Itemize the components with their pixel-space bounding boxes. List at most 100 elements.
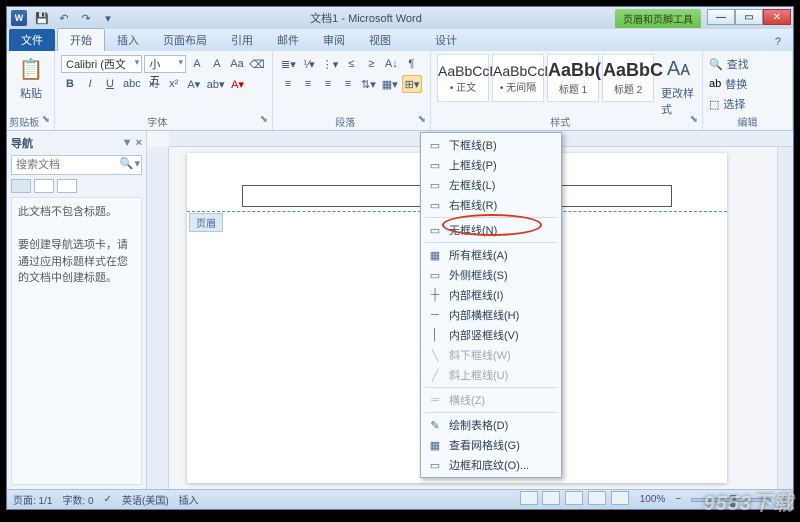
tab-layout[interactable]: 页面布局 <box>151 29 219 51</box>
redo-button[interactable]: ↷ <box>77 9 95 27</box>
border-menu-item[interactable]: ▭右框线(R) <box>421 195 561 215</box>
change-styles-button[interactable]: Aᴀ 更改样式 <box>661 54 696 117</box>
nav-dropdown-icon[interactable]: ▼ <box>122 137 133 149</box>
save-button[interactable]: 💾 <box>33 9 51 27</box>
tab-mailings[interactable]: 邮件 <box>265 29 311 51</box>
status-language[interactable]: 英语(美国) <box>122 492 169 507</box>
border-menu-item[interactable]: │内部竖框线(V) <box>421 325 561 345</box>
border-item-label: 所有框线(A) <box>449 247 508 263</box>
change-case-button[interactable]: Aa <box>228 55 246 73</box>
tab-review[interactable]: 审阅 <box>311 29 357 51</box>
header-tag: 页眉 <box>189 213 223 232</box>
bullets-button[interactable]: ≣▾ <box>279 55 298 73</box>
view-draft[interactable] <box>611 491 629 505</box>
style-card-heading1[interactable]: AaBb(标题 1 <box>547 54 599 102</box>
ribbon-help-button[interactable]: ? <box>763 33 793 51</box>
search-dropdown-icon[interactable]: ▾ <box>134 157 140 170</box>
border-item-label: 内部竖框线(V) <box>449 327 519 343</box>
sort-button[interactable]: A↓ <box>382 55 400 73</box>
border-menu-item[interactable]: ▭边框和底纹(O)... <box>421 455 561 475</box>
grow-font-button[interactable]: A <box>188 55 206 73</box>
status-words[interactable]: 字数: 0 <box>62 492 93 507</box>
tab-file[interactable]: 文件 <box>9 29 55 51</box>
view-outline[interactable] <box>588 491 606 505</box>
find-button[interactable]: 查找 <box>725 55 751 73</box>
tab-insert[interactable]: 插入 <box>105 29 151 51</box>
border-menu-item[interactable]: ▦查看网格线(G) <box>421 435 561 455</box>
close-button[interactable]: ✕ <box>763 9 791 25</box>
border-item-icon: ✎ <box>427 418 443 432</box>
border-menu-item[interactable]: ✎绘制表格(D) <box>421 415 561 435</box>
border-menu-item[interactable]: ▭无框线(N) <box>421 220 561 240</box>
nav-tab-row <box>11 179 142 193</box>
zoom-slider[interactable] <box>691 498 771 502</box>
numbering-button[interactable]: ⅟▾ <box>300 55 318 73</box>
indent-increase-button[interactable]: ≥ <box>362 55 380 73</box>
align-right-button[interactable]: ≡ <box>319 75 337 93</box>
style-card-normal[interactable]: AaBbCcDd• 正文 <box>437 54 489 102</box>
style-card-heading2[interactable]: AaBbC标题 2 <box>602 54 654 102</box>
minimize-button[interactable]: — <box>707 9 735 25</box>
shrink-font-button[interactable]: A <box>208 55 226 73</box>
view-full-screen[interactable] <box>542 491 560 505</box>
launcher-icon[interactable]: ⬊ <box>42 114 50 125</box>
status-proof[interactable]: ✓ <box>104 494 112 505</box>
launcher-icon[interactable]: ⬊ <box>260 114 268 125</box>
paste-button[interactable]: 📋 粘贴 <box>13 54 49 101</box>
border-item-label: 斜下框线(W) <box>449 347 511 363</box>
border-menu-item[interactable]: ▭外侧框线(S) <box>421 265 561 285</box>
nav-tab-results[interactable] <box>57 179 77 193</box>
select-button[interactable]: 选择 <box>721 95 747 113</box>
zoom-in-button[interactable]: + <box>781 494 787 505</box>
style-card-no-spacing[interactable]: AaBbCcDd• 无间隔 <box>492 54 544 102</box>
view-print-layout[interactable] <box>520 491 538 505</box>
search-icon[interactable]: 🔍 <box>120 157 134 170</box>
launcher-icon[interactable]: ⬊ <box>418 114 426 125</box>
align-left-button[interactable]: ≡ <box>279 75 297 93</box>
view-web-layout[interactable] <box>565 491 583 505</box>
border-menu-item[interactable]: ┼内部框线(I) <box>421 285 561 305</box>
launcher-icon[interactable]: ⬊ <box>690 114 698 125</box>
tab-design[interactable]: 设计 <box>423 29 469 51</box>
border-menu-item[interactable]: ─内部横框线(H) <box>421 305 561 325</box>
borders-button[interactable]: ⊞▾ <box>402 75 423 93</box>
border-menu-item[interactable]: ▭下框线(B) <box>421 135 561 155</box>
font-size-combo[interactable]: 小五 <box>144 55 186 73</box>
show-marks-button[interactable]: ¶ <box>402 55 420 73</box>
status-mode[interactable]: 插入 <box>179 492 199 507</box>
border-menu-item[interactable]: ▦所有框线(A) <box>421 245 561 265</box>
tab-view[interactable]: 视图 <box>357 29 403 51</box>
replace-button[interactable]: 替换 <box>723 75 749 93</box>
font-color-button[interactable]: A▾ <box>229 75 247 93</box>
zoom-percent[interactable]: 100% <box>640 494 666 505</box>
tab-references[interactable]: 引用 <box>219 29 265 51</box>
font-family-combo[interactable]: Calibri (西文 <box>61 55 142 73</box>
text-effects-button[interactable]: A▾ <box>185 75 203 93</box>
strike-button[interactable]: abc <box>121 75 143 93</box>
maximize-button[interactable]: ▭ <box>735 9 763 25</box>
zoom-out-button[interactable]: − <box>675 494 681 505</box>
tab-home[interactable]: 开始 <box>57 28 105 51</box>
vertical-scrollbar[interactable] <box>777 147 793 489</box>
nav-tab-headings[interactable] <box>11 179 31 193</box>
vertical-ruler[interactable] <box>147 147 169 489</box>
border-menu-item[interactable]: ▭上框线(P) <box>421 155 561 175</box>
qat-more-button[interactable]: ▾ <box>99 9 117 27</box>
status-page[interactable]: 页面: 1/1 <box>13 492 52 507</box>
highlight-button[interactable]: ab▾ <box>205 75 227 93</box>
align-justify-button[interactable]: ≡ <box>339 75 357 93</box>
nav-tab-pages[interactable] <box>34 179 54 193</box>
bold-button[interactable]: B <box>61 75 79 93</box>
border-menu-item[interactable]: ▭左框线(L) <box>421 175 561 195</box>
superscript-button[interactable]: x² <box>165 75 183 93</box>
indent-decrease-button[interactable]: ≤ <box>342 55 360 73</box>
clear-format-button[interactable]: ⌫ <box>248 55 266 73</box>
nav-close-button[interactable]: × <box>136 137 142 149</box>
line-spacing-button[interactable]: ⇅▾ <box>359 75 378 93</box>
align-center-button[interactable]: ≡ <box>299 75 317 93</box>
underline-button[interactable]: U <box>101 75 119 93</box>
shading-button[interactable]: ▦▾ <box>380 75 400 93</box>
italic-button[interactable]: I <box>81 75 99 93</box>
multilevel-button[interactable]: ⋮▾ <box>320 55 341 73</box>
undo-button[interactable]: ↶ <box>55 9 73 27</box>
